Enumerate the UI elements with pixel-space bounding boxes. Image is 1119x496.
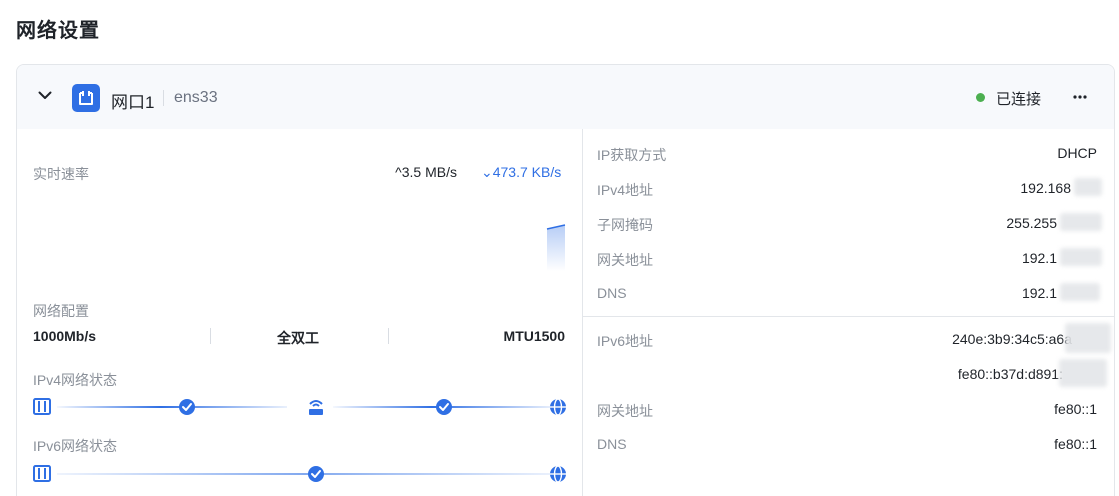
ip-method-value: DHCP: [1057, 145, 1097, 161]
ipv6-status-row: [33, 462, 569, 486]
globe-icon: [550, 398, 566, 416]
server-icon: [33, 465, 51, 482]
interface-device: ens33: [174, 89, 218, 106]
ipv6-address-value-2[interactable]: fe80::b37d:d891:: [958, 366, 1063, 382]
ipv4-address-label: IPv4地址: [597, 182, 654, 198]
mtu-value: MTU1500: [503, 328, 565, 344]
ipv6-gateway-label: 网关地址: [597, 403, 653, 419]
ipv6-status-label: IPv6网络状态: [33, 438, 118, 454]
download-speed: ⌄473.7 KB/s: [481, 164, 562, 180]
ip-method-label: IP获取方式: [597, 147, 667, 163]
check-circle-icon: [436, 399, 452, 415]
redacted-mask: [1074, 178, 1102, 196]
check-circle-icon: [308, 466, 324, 482]
ethernet-port-icon: [72, 84, 100, 112]
ipv6-link-line: [57, 473, 551, 475]
interface-name: 网口1: [111, 93, 155, 112]
ipv4-dns-label: DNS: [597, 285, 627, 301]
check-circle-icon: [179, 399, 195, 415]
ipv4-status-label: IPv4网络状态: [33, 372, 118, 388]
speed-chart-area: [547, 225, 565, 271]
interface-card: 网口1 ens33 已连接 实时速率 ^3.5 MB/s ⌄473.7 KB/s…: [16, 64, 1115, 496]
redacted-mask: [1059, 359, 1107, 387]
connection-status: 已连接: [996, 91, 1042, 108]
redacted-mask: [1060, 213, 1102, 231]
interface-card-header[interactable]: 网口1 ens33 已连接: [17, 65, 1114, 129]
ipv6-dns-value[interactable]: fe80::1: [1054, 436, 1097, 452]
ipv4-link-line: [57, 406, 287, 408]
config-divider: [388, 328, 389, 344]
arrow-up-icon: ^: [395, 164, 402, 180]
ipv4-address-value[interactable]: 192.168: [1020, 180, 1071, 196]
duplex-mode: 全双工: [277, 330, 319, 346]
ipv4-dns-value[interactable]: 192.1: [1022, 285, 1057, 301]
server-icon: [33, 398, 51, 415]
ipv4-gateway-value[interactable]: 192.1: [1022, 250, 1057, 266]
panel-divider: [582, 129, 583, 496]
ip-section-divider: [583, 316, 1114, 317]
redacted-mask: [1065, 323, 1111, 353]
subnet-mask-value[interactable]: 255.255: [1006, 215, 1057, 231]
more-horizontal-icon[interactable]: [1069, 87, 1091, 107]
ipv6-dns-label: DNS: [597, 436, 627, 452]
redacted-mask: [1060, 283, 1100, 301]
ipv6-address-label: IPv6地址: [597, 333, 654, 349]
connection-status-dot: [976, 93, 985, 102]
redacted-mask: [1060, 248, 1102, 266]
ipv6-address-value-1[interactable]: 240e:3b9:34c5:a6a: [952, 331, 1072, 347]
globe-icon: [550, 465, 566, 483]
ipv6-gateway-value[interactable]: fe80::1: [1054, 401, 1097, 417]
link-speed: 1000Mb/s: [33, 328, 97, 344]
network-config-label: 网络配置: [33, 303, 89, 319]
upload-speed: ^3.5 MB/s: [395, 164, 457, 180]
config-divider: [210, 328, 211, 344]
header-divider: [163, 90, 164, 106]
chevron-down-icon[interactable]: [37, 87, 53, 103]
ipv4-gateway-label: 网关地址: [597, 252, 653, 268]
realtime-speed-label: 实时速率: [33, 166, 89, 182]
subnet-mask-label: 子网掩码: [597, 217, 653, 233]
ipv4-status-row: [33, 395, 569, 419]
arrow-down-icon: ⌄: [481, 164, 493, 180]
speed-chart: [546, 224, 566, 271]
page-title: 网络设置: [16, 20, 100, 42]
router-icon: [309, 400, 323, 415]
